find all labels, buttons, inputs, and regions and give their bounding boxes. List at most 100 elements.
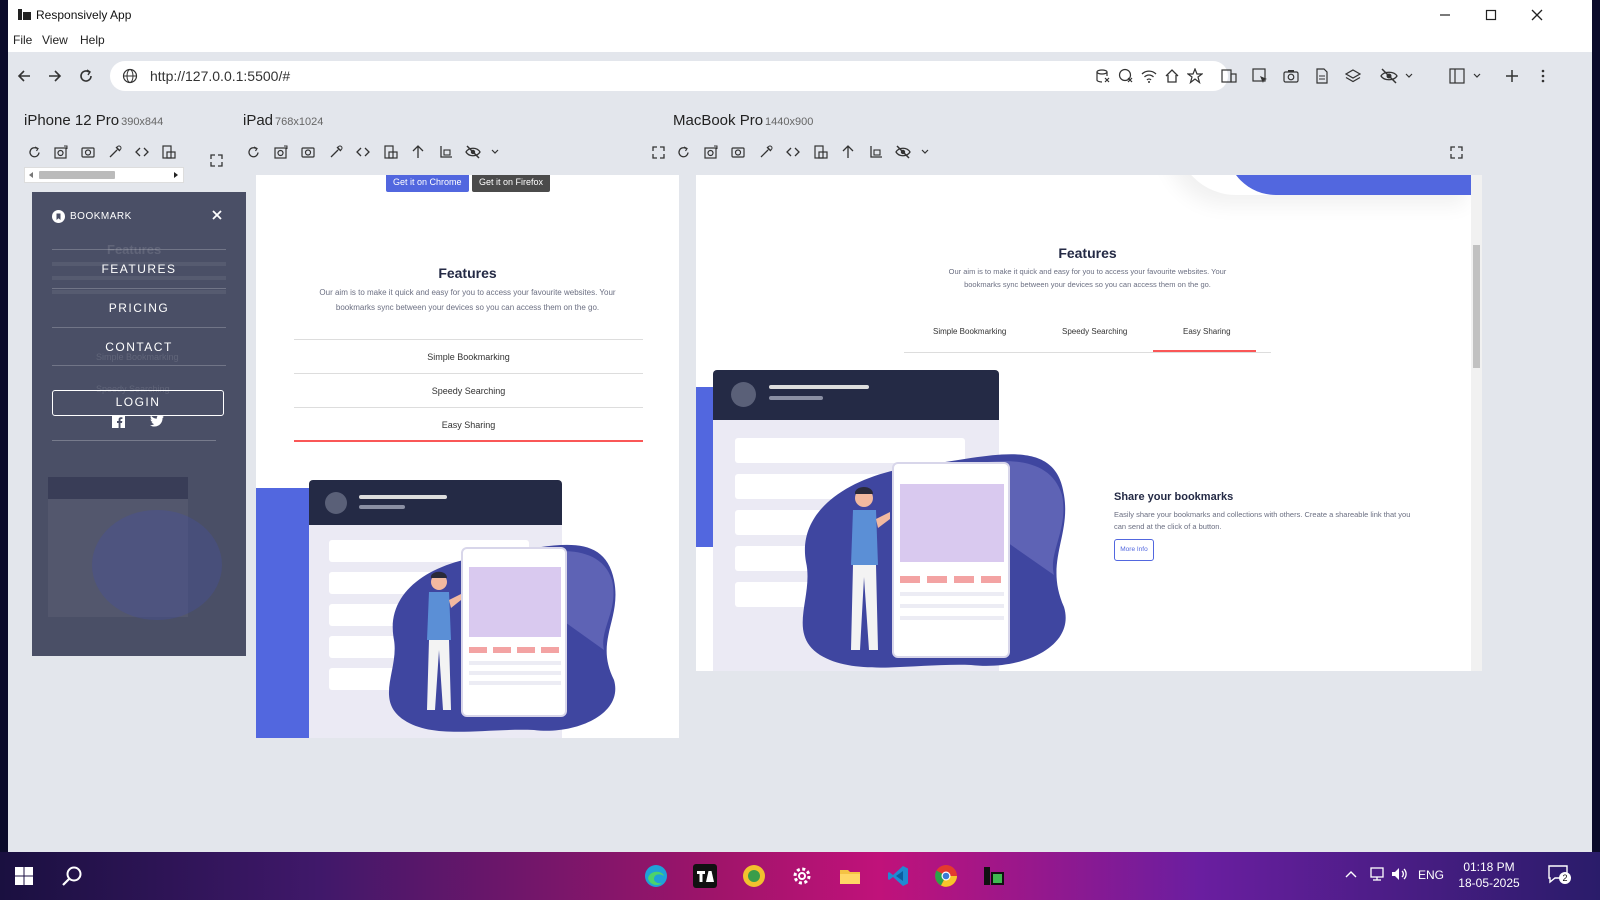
chevron-up-icon[interactable] <box>1345 870 1357 878</box>
reload-icon[interactable] <box>24 142 44 162</box>
home-icon[interactable] <box>1164 68 1180 84</box>
windows-start-icon[interactable] <box>8 860 40 892</box>
chevron-down-icon[interactable] <box>921 142 929 162</box>
bookmark-star-icon[interactable] <box>1187 68 1203 84</box>
chevron-down-icon[interactable] <box>1398 65 1420 87</box>
facebook-icon[interactable] <box>112 415 125 428</box>
document-icon[interactable] <box>1311 65 1333 87</box>
full-page-screenshot-icon[interactable] <box>51 142 71 162</box>
volume-icon[interactable] <box>1391 866 1409 882</box>
network-icon[interactable] <box>1369 866 1385 882</box>
inspect-element-icon[interactable] <box>1249 65 1271 87</box>
add-icon[interactable] <box>1501 65 1523 87</box>
minimize-button[interactable] <box>1422 0 1468 30</box>
url-input[interactable]: http://127.0.0.1:5500/# <box>150 68 290 84</box>
code-icon[interactable] <box>132 142 152 162</box>
responsively-app-icon[interactable] <box>978 860 1010 892</box>
firefox-button[interactable]: Get it on Firefox <box>472 175 551 192</box>
reload-button[interactable] <box>75 65 97 87</box>
scroll-to-top-icon[interactable] <box>408 142 428 162</box>
code-icon[interactable] <box>783 142 803 162</box>
tab-simple-bookmarking[interactable]: Simple Bookmarking <box>933 327 1006 336</box>
notifications-icon[interactable]: 2 <box>1548 864 1571 884</box>
reload-icon[interactable] <box>673 142 693 162</box>
chevron-down-icon[interactable] <box>491 142 499 162</box>
edge-icon[interactable] <box>640 860 672 892</box>
horizontal-scrollbar[interactable] <box>24 167 184 183</box>
app-coins-icon[interactable] <box>738 860 770 892</box>
mobile-nav-contact[interactable]: CONTACT <box>52 327 226 365</box>
chrome-icon[interactable] <box>930 860 962 892</box>
tradingview-icon[interactable] <box>689 860 721 892</box>
full-page-screenshot-icon[interactable] <box>271 142 291 162</box>
settings-gear-icon[interactable] <box>786 860 818 892</box>
mirror-layout-icon[interactable] <box>436 142 456 162</box>
layers-icon[interactable] <box>1342 65 1364 87</box>
language-indicator[interactable]: ENG <box>1418 868 1444 882</box>
title-bar: Responsively App <box>8 0 1592 30</box>
clock[interactable]: 01:18 PM 18-05-2025 <box>1456 859 1522 891</box>
screenshot-icon[interactable] <box>78 142 98 162</box>
mobile-nav-pricing[interactable]: PRICING <box>52 288 226 326</box>
code-icon[interactable] <box>353 142 373 162</box>
tab-easy-sharing[interactable]: Easy Sharing <box>294 407 643 441</box>
rotate-device-icon[interactable] <box>159 142 179 162</box>
address-bar[interactable]: http://127.0.0.1:5500/# <box>110 61 1228 91</box>
illustration-line <box>769 396 823 400</box>
full-page-screenshot-icon[interactable] <box>701 142 721 162</box>
iphone-viewport: Features Simple Bookmarking Speedy Searc… <box>32 192 246 656</box>
close-menu-icon[interactable] <box>212 210 222 220</box>
expand-icon[interactable] <box>206 150 226 170</box>
back-button[interactable] <box>13 65 35 87</box>
tab-easy-sharing[interactable]: Easy Sharing <box>1183 327 1231 336</box>
screenshot-icon[interactable] <box>728 142 748 162</box>
vertical-scrollbar[interactable] <box>1471 175 1482 671</box>
menu-help[interactable]: Help <box>80 33 105 47</box>
chrome-button[interactable]: Get it on Chrome <box>386 175 469 192</box>
expand-icon[interactable] <box>648 142 668 162</box>
tab-simple-bookmarking[interactable]: Simple Bookmarking <box>294 339 643 373</box>
features-description: Our aim is to make it quick and easy for… <box>319 288 616 312</box>
close-window-button[interactable] <box>1514 0 1560 30</box>
scrollbar-thumb[interactable] <box>1473 245 1480 368</box>
chevron-down-icon[interactable] <box>1466 65 1488 87</box>
hide-eye-icon[interactable] <box>893 142 913 162</box>
mobile-nav-features[interactable]: FEATURES <box>52 249 226 287</box>
network-throttle-icon[interactable] <box>1141 68 1157 84</box>
hide-eye-icon[interactable] <box>463 142 483 162</box>
search-icon[interactable] <box>56 860 88 892</box>
scrollbar-thumb[interactable] <box>39 171 115 179</box>
scroll-left-arrow-icon[interactable] <box>28 171 34 179</box>
more-options-icon[interactable] <box>1532 65 1554 87</box>
reload-icon[interactable] <box>243 142 263 162</box>
tab-speedy-searching[interactable]: Speedy Searching <box>1062 327 1127 336</box>
expand-icon[interactable] <box>1446 142 1466 162</box>
mirror-layout-icon[interactable] <box>866 142 886 162</box>
file-explorer-icon[interactable] <box>834 860 866 892</box>
maximize-button[interactable] <box>1468 0 1514 30</box>
hide-eye-icon[interactable] <box>1378 65 1400 87</box>
rotate-device-icon[interactable] <box>381 142 401 162</box>
screenshot-icon[interactable] <box>1280 65 1302 87</box>
forward-button[interactable] <box>44 65 66 87</box>
devices-icon[interactable] <box>1218 65 1240 87</box>
scroll-to-top-icon[interactable] <box>838 142 858 162</box>
eyedropper-icon[interactable] <box>326 142 346 162</box>
eyedropper-icon[interactable] <box>756 142 776 162</box>
preview-layout-icon[interactable] <box>1446 65 1468 87</box>
tab-speedy-searching[interactable]: Speedy Searching <box>294 373 643 407</box>
clear-storage-icon[interactable] <box>1095 68 1111 84</box>
illustration-line <box>469 681 561 685</box>
more-info-button[interactable]: More Info <box>1114 539 1154 561</box>
vscode-icon[interactable] <box>882 860 914 892</box>
rotate-device-icon[interactable] <box>811 142 831 162</box>
login-button[interactable]: LOGIN <box>52 390 224 416</box>
illustration-chip <box>469 647 487 653</box>
screenshot-icon[interactable] <box>298 142 318 162</box>
menu-file[interactable]: File <box>13 33 32 47</box>
eyedropper-icon[interactable] <box>105 142 125 162</box>
twitter-icon[interactable] <box>150 415 164 427</box>
menu-view[interactable]: View <box>42 33 68 47</box>
clear-cache-icon[interactable] <box>1118 68 1134 84</box>
scroll-right-arrow-icon[interactable] <box>173 171 179 179</box>
